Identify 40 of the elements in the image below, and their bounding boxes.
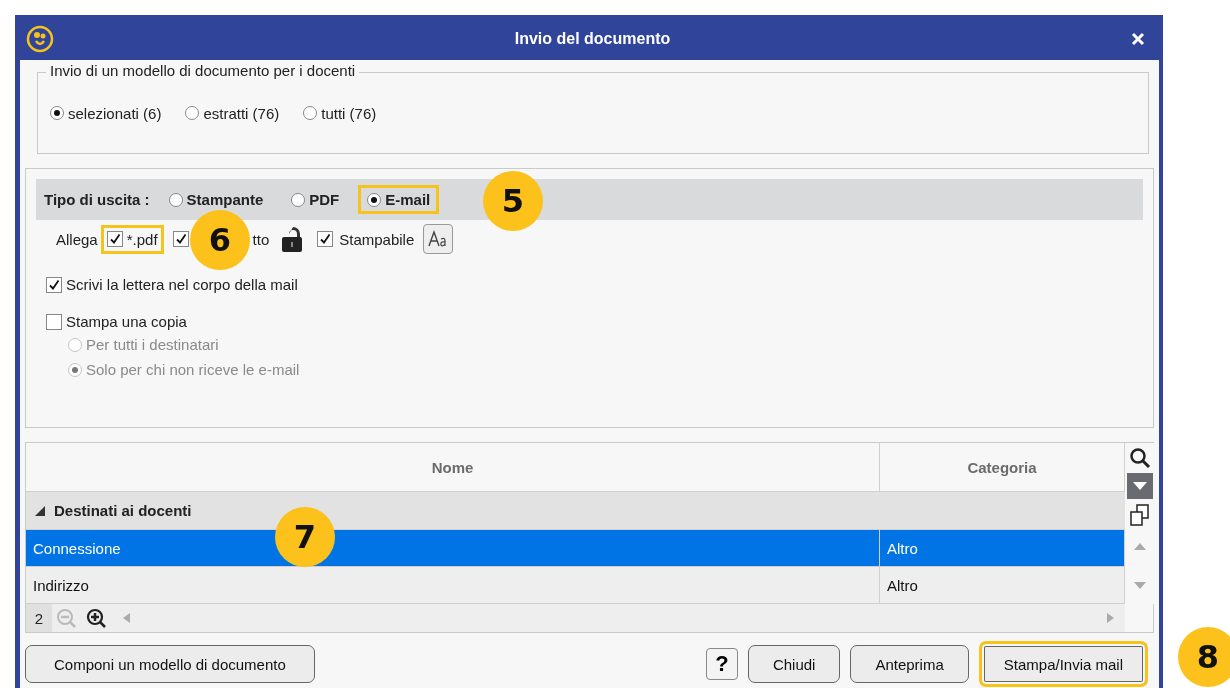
table-cell[interactable]: Altro (880, 567, 1125, 604)
checkmark-icon (108, 233, 121, 245)
close-icon[interactable] (1131, 31, 1145, 46)
radio-option[interactable]: E-mail (367, 191, 431, 208)
compose-button[interactable]: Componi un modello di documento (25, 645, 315, 683)
app-logo-icon (26, 24, 54, 53)
radio-option[interactable]: selezionati (6) (50, 104, 162, 122)
window-title: Invio del documento (513, 29, 672, 48)
search-icon[interactable] (1129, 447, 1151, 469)
copy-icon[interactable] (1129, 503, 1151, 527)
checkbox[interactable] (317, 231, 334, 247)
dialog-button[interactable]: Stampa/Invia mail (978, 641, 1148, 687)
help-button[interactable]: ? (705, 648, 738, 680)
checkbox[interactable] (172, 231, 189, 247)
row-count: 2 (26, 604, 52, 632)
checkmark-icon (174, 233, 187, 245)
dialog-button[interactable]: Anteprima (850, 645, 969, 683)
dropdown-icon[interactable] (1127, 473, 1153, 499)
checkbox-label: tto (252, 230, 270, 248)
font-icon[interactable] (423, 224, 454, 254)
checkmark-icon (319, 233, 332, 245)
expand-triangle-icon[interactable] (34, 504, 46, 517)
callout-badge: 8 (1178, 627, 1230, 687)
checkbox-label: *.pdf (126, 230, 158, 248)
table-cell[interactable]: Indirizzo (26, 567, 880, 604)
group-legend: Invio di un modello di documento per i docenti (46, 62, 360, 79)
radio-option[interactable]: PDF (291, 191, 340, 208)
checkmark-icon (48, 278, 60, 291)
checkbox-option[interactable]: Stampa una copia (46, 313, 187, 330)
group-label: Destinati ai docenti (54, 502, 192, 519)
radio-option[interactable]: tutti (76) (303, 104, 377, 122)
dialog-button[interactable]: Chiudi (747, 645, 841, 683)
checkbox-option[interactable]: Scrivi la lettera nel corpo della mail (46, 276, 298, 293)
table-cell[interactable]: Altro (880, 530, 1125, 567)
checkbox[interactable] (106, 231, 123, 247)
output-type-label: Tipo di uscita : (44, 191, 150, 208)
attach-label: Allega (55, 230, 98, 248)
checkbox-label: Stampabile (339, 230, 415, 248)
radio-option[interactable]: Stampante (168, 191, 264, 208)
radio-option[interactable]: estratti (76) (185, 104, 280, 122)
